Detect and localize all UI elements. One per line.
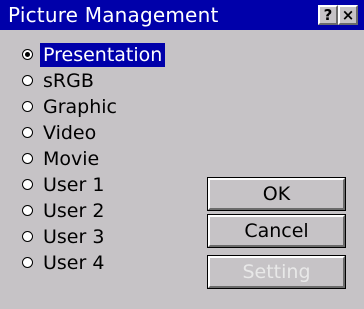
- radio-label[interactable]: Presentation: [40, 43, 166, 67]
- radio-button-icon[interactable]: [22, 231, 33, 242]
- window-title: Picture Management: [8, 3, 219, 27]
- radio-button-icon[interactable]: [22, 101, 33, 112]
- help-icon[interactable]: ?: [318, 5, 338, 25]
- radio-label[interactable]: User 3: [40, 225, 107, 249]
- radio-button-icon[interactable]: [22, 205, 33, 216]
- radio-button-icon[interactable]: [22, 127, 33, 138]
- radio-label[interactable]: User 4: [40, 251, 107, 275]
- radio-label[interactable]: User 1: [40, 173, 107, 197]
- radio-label[interactable]: User 2: [40, 199, 107, 223]
- cancel-button[interactable]: Cancel: [207, 214, 346, 248]
- ok-button[interactable]: OK: [207, 177, 346, 211]
- title-bar[interactable]: Picture Management ? ×: [0, 0, 364, 30]
- radio-button-icon[interactable]: [22, 179, 33, 190]
- radio-label[interactable]: sRGB: [40, 69, 97, 93]
- radio-button-icon[interactable]: [22, 49, 33, 60]
- picture-management-dialog: Picture Management ? × Presentation sRGB…: [0, 0, 364, 309]
- setting-button[interactable]: Setting: [207, 255, 346, 289]
- radio-button-icon[interactable]: [22, 153, 33, 164]
- radio-label[interactable]: Movie: [40, 147, 102, 171]
- radio-button-icon[interactable]: [22, 257, 33, 268]
- radio-label[interactable]: Video: [40, 121, 99, 145]
- close-icon[interactable]: ×: [338, 5, 358, 25]
- radio-selected-dot: [25, 52, 30, 57]
- radio-label[interactable]: Graphic: [40, 95, 120, 119]
- radio-button-icon[interactable]: [22, 75, 33, 86]
